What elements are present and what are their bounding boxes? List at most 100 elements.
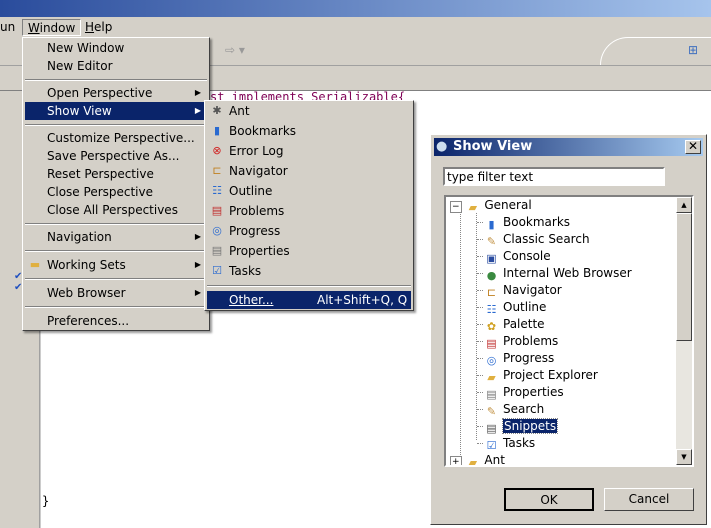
menu-item-tasks[interactable]: ☑ Tasks	[207, 262, 411, 280]
menu-item-new-window[interactable]: New Window	[25, 39, 207, 57]
tree-item-navigator[interactable]: ⊏ Navigator	[477, 282, 562, 299]
folder-icon: ▰	[468, 456, 478, 467]
navigator-icon: ⊏	[212, 164, 222, 177]
bookmarks-icon: ▮	[488, 218, 495, 231]
menu-item-reset-perspective[interactable]: Reset Perspective	[25, 165, 207, 183]
menu-run[interactable]: un	[0, 19, 20, 36]
tree-item-problems[interactable]: ▤ Problems	[477, 333, 559, 350]
tree-item-progress[interactable]: ◎ Progress	[477, 350, 555, 367]
menu-item-properties[interactable]: ▤ Properties	[207, 242, 411, 260]
menu-bar: un Window Help	[0, 17, 711, 37]
tree-item-internal-web-browser[interactable]: ● Internal Web Browser	[477, 265, 632, 282]
shortcut-label: Alt+Shift+Q, Q	[317, 293, 408, 307]
tree-item-snippets[interactable]: ▤ Snippets	[477, 418, 559, 435]
forward-icon[interactable]: ⇨ ▾	[225, 43, 245, 57]
scroll-up-button[interactable]: ▲	[676, 197, 692, 213]
progress-icon: ◎	[486, 354, 497, 367]
menu-item-close-all-perspectives[interactable]: Close All Perspectives	[25, 201, 207, 219]
open-perspective-icon[interactable]: ⊞	[688, 43, 698, 57]
menu-help[interactable]: Help	[80, 19, 117, 36]
tree-item-label: Tasks	[503, 436, 536, 450]
tree-item-properties[interactable]: ▤ Properties	[477, 384, 564, 401]
tree-item-palette[interactable]: ✿ Palette	[477, 316, 545, 333]
dialog-title-bar[interactable]: ● Show View ✕	[434, 138, 703, 156]
menu-item-navigator[interactable]: ⊏ Navigator	[207, 162, 411, 180]
show-view-dialog: ● Show View ✕ ▲ ▼ − ▰General ▮ Bookmarks ✎…	[430, 134, 707, 525]
menu-item-preferences[interactable]: Preferences...	[25, 312, 207, 330]
navigator-icon: ⊏	[486, 286, 497, 299]
bookmarks-icon: ▮	[213, 124, 221, 137]
palette-icon: ✿	[486, 320, 497, 333]
eclipse-icon: ●	[436, 139, 448, 154]
tree-item-label: Outline	[503, 300, 547, 314]
problems-icon: ▤	[211, 204, 223, 217]
menu-item-progress[interactable]: ◎ Progress	[207, 222, 411, 240]
tasks-icon: ☑	[212, 264, 222, 277]
collapse-icon[interactable]: −	[450, 201, 462, 213]
close-button[interactable]: ✕	[685, 140, 701, 154]
cancel-button[interactable]: Cancel	[604, 488, 694, 511]
tree-item-classic-search[interactable]: ✎ Classic Search	[477, 231, 590, 248]
tree-item-label: Palette	[503, 317, 545, 331]
vertical-scrollbar[interactable]: ▲ ▼	[676, 197, 692, 465]
expand-icon[interactable]: +	[450, 456, 462, 465]
tree-item-bookmarks[interactable]: ▮ Bookmarks	[477, 214, 571, 231]
ok-button[interactable]: OK	[504, 488, 594, 511]
tree-item-console[interactable]: ▣ Console	[477, 248, 551, 265]
menu-item-bookmarks[interactable]: ▮ Bookmarks	[207, 122, 411, 140]
tree-item-label: Snippets	[501, 418, 559, 434]
tree-item-label: Navigator	[503, 283, 562, 297]
menu-item-web-browser[interactable]: Web Browser ▶	[25, 284, 207, 302]
scroll-down-button[interactable]: ▼	[676, 449, 692, 465]
tree-item-label: Problems	[503, 334, 559, 348]
title-bar	[0, 0, 711, 17]
folder-icon: ▬	[29, 258, 41, 271]
tree-item-search[interactable]: ✎ Search	[477, 401, 545, 418]
menu-item-save-perspective-as[interactable]: Save Perspective As...	[25, 147, 207, 165]
web-browser-icon: ●	[486, 269, 497, 282]
show-view-submenu: ✱ Ant ▮ Bookmarks ⊗ Error Log ⊏ Navigator ☷ O…	[204, 100, 414, 311]
snippets-icon: ▤	[486, 422, 497, 435]
menu-item-other[interactable]: Other... Alt+Shift+Q, Q	[207, 291, 411, 309]
menu-item-open-perspective[interactable]: Open Perspective ▶	[25, 84, 207, 102]
tree-item-project-explorer[interactable]: ▰ Project Explorer	[477, 367, 598, 384]
menu-item-outline[interactable]: ☷ Outline	[207, 182, 411, 200]
menu-item-navigation[interactable]: Navigation ▶	[25, 228, 207, 246]
tree-item-outline[interactable]: ☷ Outline	[477, 299, 547, 316]
tree-item-tasks[interactable]: ☑ Tasks	[477, 435, 536, 452]
tree-node-ant[interactable]: + ▰ Ant	[450, 452, 505, 467]
progress-icon: ◎	[212, 224, 222, 237]
tree-item-label: Search	[503, 402, 545, 416]
properties-icon: ▤	[486, 388, 497, 401]
tree-item-label: Console	[503, 249, 551, 263]
menu-item-show-view[interactable]: Show View ▶	[25, 102, 207, 120]
dialog-title: Show View	[453, 139, 533, 154]
tree-item-label: Bookmarks	[503, 215, 571, 229]
tree-item-label: Properties	[503, 385, 564, 399]
tree-item-label: Classic Search	[503, 232, 590, 246]
search-icon: ✎	[486, 405, 497, 418]
menu-item-ant[interactable]: ✱ Ant	[207, 102, 411, 120]
tree-item-label: Project Explorer	[503, 368, 598, 382]
outline-icon: ☷	[486, 303, 497, 316]
problems-icon: ▤	[486, 337, 497, 350]
filter-input[interactable]	[443, 167, 665, 186]
outline-icon: ☷	[212, 184, 222, 197]
tree-item-label: Progress	[503, 351, 555, 365]
menu-item-new-editor[interactable]: New Editor	[25, 57, 207, 75]
ant-icon: ✱	[212, 104, 222, 117]
window-menu: New Window New Editor Open Perspective ▶ …	[22, 37, 210, 331]
tasks-icon: ☑	[486, 439, 497, 452]
menu-item-customize-perspective[interactable]: Customize Perspective...	[25, 129, 207, 147]
classic-search-icon: ✎	[486, 235, 497, 248]
project-explorer-icon: ▰	[487, 371, 496, 384]
closing-brace: }	[42, 494, 50, 508]
menu-window[interactable]: Window	[22, 19, 82, 36]
menu-item-problems[interactable]: ▤ Problems	[207, 202, 411, 220]
scroll-thumb[interactable]	[676, 213, 692, 341]
menu-item-close-perspective[interactable]: Close Perspective	[25, 183, 207, 201]
menu-item-working-sets[interactable]: ▬ Working Sets ▶	[25, 256, 207, 274]
menu-item-error-log[interactable]: ⊗ Error Log	[207, 142, 411, 160]
tree-node-general[interactable]: − ▰ General	[450, 197, 532, 214]
view-tree: ▲ ▼ − ▰ General ▮ Bookmarks ✎ Classic Search…	[444, 195, 694, 467]
